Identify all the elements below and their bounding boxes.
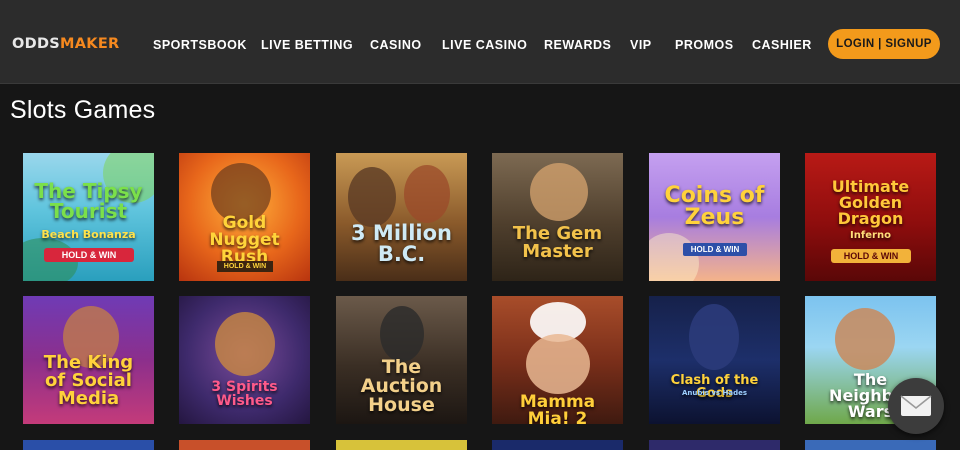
game-tile[interactable]: The Tipsy Tourist Beach Bonanza HOLD & W…	[23, 153, 154, 281]
game-title: The Auction House	[360, 356, 443, 416]
game-tile[interactable]: Gold Nugget Rush HOLD & WIN	[179, 153, 310, 281]
nav-promos[interactable]: PROMOS	[675, 38, 734, 52]
game-badge: HOLD & WIN	[217, 261, 273, 272]
game-title: Gold Nugget Rush	[209, 213, 280, 267]
game-title: The King of Social Media	[43, 352, 134, 409]
game-tile[interactable]	[805, 440, 936, 450]
game-tile[interactable]: The Auction House	[336, 296, 467, 424]
game-tile[interactable]: 3 Spirits Wishes	[179, 296, 310, 424]
game-tile[interactable]	[179, 440, 310, 450]
game-title: The Tipsy Tourist	[34, 179, 143, 223]
game-title: Mamma Mia! 2	[519, 392, 596, 425]
game-title: Ultimate Golden Dragon	[831, 177, 910, 228]
nav-sportsbook[interactable]: SPORTSBOOK	[153, 38, 247, 52]
game-subtitle: Inferno	[850, 230, 891, 241]
game-badge: HOLD & WIN	[831, 249, 911, 263]
page-title: Slots Games	[10, 96, 156, 124]
game-tile[interactable]: Mamma Mia! 2	[492, 296, 623, 424]
game-tile[interactable]	[492, 440, 623, 450]
game-badge: HOLD & WIN	[44, 248, 134, 262]
nav-live-betting[interactable]: LIVE BETTING	[261, 38, 353, 52]
game-title: The Gem Master	[512, 223, 603, 262]
game-tile[interactable]: Clash of the Gods Anubis vs Hades	[649, 296, 780, 424]
nav-rewards[interactable]: REWARDS	[544, 38, 611, 52]
game-tile[interactable]: 3 Million B.C.	[336, 153, 467, 281]
nav-casino[interactable]: CASINO	[370, 38, 422, 52]
game-tile[interactable]: Ultimate Golden Dragon Inferno HOLD & WI…	[805, 153, 936, 281]
game-subtitle: Beach Bonanza	[41, 228, 136, 241]
game-title: 3 Million B.C.	[351, 221, 452, 266]
brand-logo[interactable]: ODDSMAKER	[12, 36, 120, 52]
nav-live-casino[interactable]: LIVE CASINO	[442, 38, 527, 52]
game-tile[interactable]	[649, 440, 780, 450]
site-header: ODDSMAKER SPORTSBOOK LIVE BETTING CASINO…	[0, 0, 960, 84]
envelope-icon	[900, 395, 932, 416]
game-title: Coins of Zeus	[664, 183, 765, 230]
login-signup-button[interactable]: LOGIN | SIGNUP	[828, 29, 940, 59]
game-subtitle: Anubis vs Hades	[681, 389, 748, 397]
game-tile[interactable]: Coins of Zeus HOLD & WIN	[649, 153, 780, 281]
nav-vip[interactable]: VIP	[630, 38, 652, 52]
game-title: 3 Spirits Wishes	[211, 379, 278, 409]
nav-cashier[interactable]: CASHIER	[752, 38, 812, 52]
chat-button[interactable]	[888, 378, 944, 434]
game-badge: HOLD & WIN	[683, 243, 747, 256]
game-tile[interactable]	[23, 440, 154, 450]
game-tile[interactable]: The Gem Master	[492, 153, 623, 281]
game-tile[interactable]: The King of Social Media	[23, 296, 154, 424]
game-tile[interactable]	[336, 440, 467, 450]
